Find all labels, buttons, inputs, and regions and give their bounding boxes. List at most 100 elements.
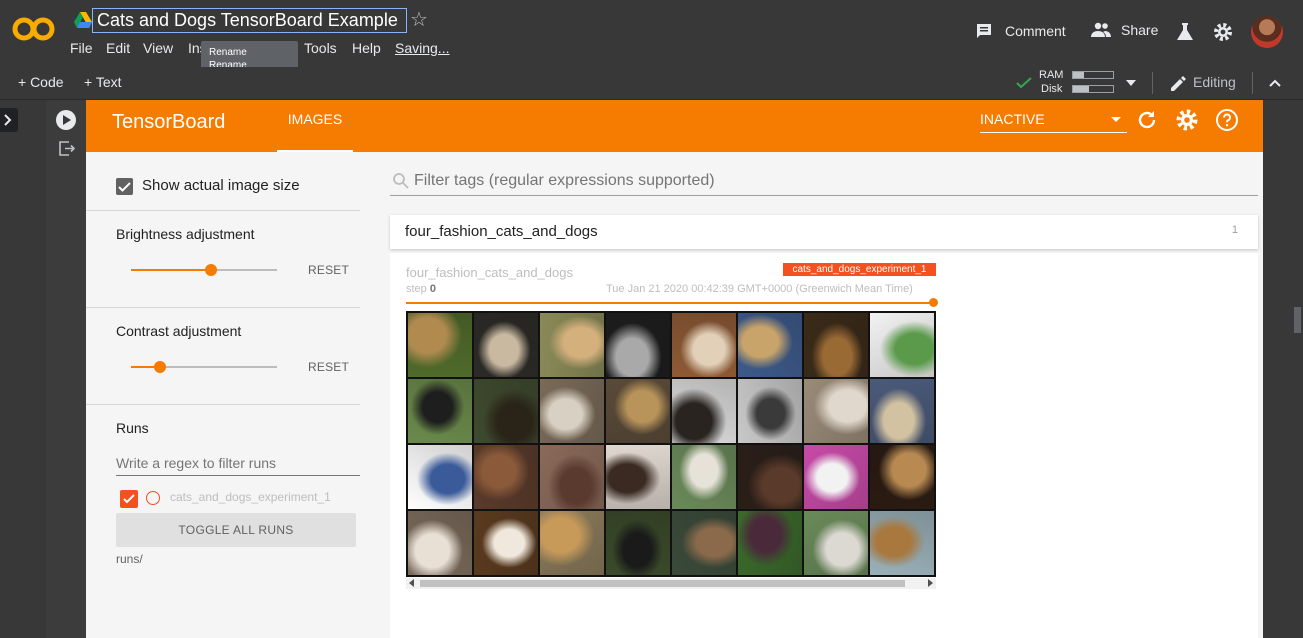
toggle-all-runs-button[interactable]: TOGGLE ALL RUNS	[116, 513, 356, 547]
image-thumbnail	[606, 313, 670, 377]
gear-icon[interactable]	[1213, 22, 1233, 42]
image-thumbnail	[606, 445, 670, 509]
comment-icon	[977, 24, 991, 38]
image-thumbnail	[804, 379, 868, 443]
ram-label: RAM	[1039, 69, 1064, 81]
menu-view[interactable]: View	[143, 40, 173, 56]
image-thumbnail	[540, 445, 604, 509]
chevron-down-icon[interactable]	[1126, 80, 1136, 86]
divider	[86, 307, 360, 308]
comment-button[interactable]: Comment	[975, 22, 1066, 40]
image-card-tag: four_fashion_cats_and_dogs	[406, 265, 573, 280]
drive-icon[interactable]	[74, 12, 92, 28]
step-label-text: step	[406, 283, 427, 295]
ram-usage-bar[interactable]	[1072, 71, 1114, 79]
image-horizontal-scrollbar[interactable]	[406, 578, 936, 589]
share-button[interactable]: Share	[1091, 22, 1158, 38]
help-icon[interactable]	[1215, 108, 1239, 132]
contrast-label: Contrast adjustment	[116, 323, 242, 339]
right-gutter	[1263, 100, 1303, 638]
image-card: four_fashion_cats_and_dogs cats_and_dogs…	[390, 253, 1258, 638]
image-thumbnail	[804, 313, 868, 377]
disk-usage-bar[interactable]	[1072, 85, 1114, 93]
tooltip-title: Rename	[209, 47, 247, 58]
sidebar-expand-button[interactable]	[0, 108, 18, 132]
brightness-slider-fill	[131, 269, 212, 271]
menu-edit[interactable]: Edit	[106, 40, 130, 56]
image-thumbnail	[738, 313, 802, 377]
tag-group-header[interactable]: four_fashion_cats_and_dogs 1	[390, 215, 1258, 249]
plugin-select[interactable]: INACTIVE	[980, 107, 1127, 133]
image-thumbnail	[672, 379, 736, 443]
toolbar-divider	[1252, 72, 1253, 94]
image-thumbnail	[606, 379, 670, 443]
run-color-radio[interactable]	[146, 491, 160, 505]
editing-mode-button[interactable]: Editing	[1193, 74, 1236, 90]
check-icon	[123, 494, 135, 504]
tag-group-title: four_fashion_cats_and_dogs	[405, 223, 598, 240]
run-name: cats_and_dogs_experiment_1	[170, 490, 331, 504]
image-grid	[406, 311, 936, 577]
runs-label: Runs	[116, 420, 149, 436]
contrast-reset-button[interactable]: RESET	[308, 360, 349, 374]
run-badge: cats_and_dogs_experiment_1	[783, 263, 936, 276]
menu-tools[interactable]: Tools	[304, 40, 337, 56]
tensorboard-sidebar: Show actual image size Brightness adjust…	[86, 152, 360, 638]
check-icon	[118, 182, 131, 192]
colab-header: Cats and Dogs TensorBoard Example ☆ File…	[0, 0, 1303, 84]
image-thumbnail	[870, 313, 934, 377]
tag-filter-placeholder: Filter tags (regular expressions support…	[414, 172, 715, 189]
tag-filter-input[interactable]: Filter tags (regular expressions support…	[390, 170, 1258, 196]
image-thumbnail	[738, 511, 802, 575]
image-thumbnail	[738, 445, 802, 509]
step-value: 0	[429, 283, 436, 295]
run-cell-button[interactable]	[56, 110, 76, 130]
menu-file[interactable]: File	[70, 40, 93, 56]
left-gutter	[0, 100, 46, 638]
runs-path: runs/	[116, 552, 143, 566]
run-filter-input[interactable]: Write a regex to filter runs	[116, 454, 360, 476]
menu-help[interactable]: Help	[352, 40, 381, 56]
notebook-title-input[interactable]: Cats and Dogs TensorBoard Example	[92, 8, 407, 33]
image-thumbnail	[870, 511, 934, 575]
play-icon	[63, 115, 71, 125]
avatar[interactable]	[1251, 16, 1283, 48]
scroll-right-arrow[interactable]	[928, 579, 933, 587]
add-code-button[interactable]: + Code	[18, 74, 64, 90]
cell-gutter	[46, 100, 86, 638]
image-thumbnail	[474, 511, 538, 575]
star-icon[interactable]: ☆	[410, 9, 428, 31]
step-slider-knob[interactable]	[929, 298, 938, 307]
flask-icon[interactable]	[1177, 23, 1193, 41]
image-thumbnail	[408, 511, 472, 575]
colab-logo-icon[interactable]	[12, 14, 56, 44]
page-scrollbar[interactable]	[1294, 307, 1301, 333]
show-actual-size-label: Show actual image size	[142, 177, 300, 194]
image-thumbnail	[672, 313, 736, 377]
show-actual-size-checkbox[interactable]	[116, 178, 133, 195]
chevron-right-icon	[4, 114, 12, 126]
scrollbar-thumb[interactable]	[420, 580, 905, 587]
run-checkbox[interactable]	[120, 490, 138, 508]
chevron-up-icon[interactable]	[1269, 79, 1281, 87]
comment-label: Comment	[1005, 23, 1066, 39]
toolbar-divider	[1152, 72, 1153, 94]
contrast-slider-knob[interactable]	[154, 361, 167, 373]
add-text-button[interactable]: + Text	[84, 74, 122, 90]
step-slider[interactable]	[406, 302, 936, 304]
settings-icon[interactable]	[1175, 108, 1199, 132]
step-label: step 0	[406, 283, 436, 295]
brightness-slider-knob[interactable]	[205, 264, 218, 276]
chevron-down-icon	[1111, 117, 1121, 122]
brightness-label: Brightness adjustment	[116, 226, 255, 242]
check-icon	[1016, 77, 1032, 89]
image-thumbnail	[672, 511, 736, 575]
tag-group-count: 1	[1231, 224, 1238, 236]
output-icon[interactable]	[59, 141, 75, 156]
brightness-reset-button[interactable]: RESET	[308, 263, 349, 277]
refresh-icon[interactable]	[1135, 108, 1159, 132]
saving-status[interactable]: Saving...	[395, 40, 449, 56]
tab-images[interactable]: IMAGES	[277, 100, 353, 152]
scroll-left-arrow[interactable]	[409, 579, 414, 587]
image-thumbnail	[408, 445, 472, 509]
